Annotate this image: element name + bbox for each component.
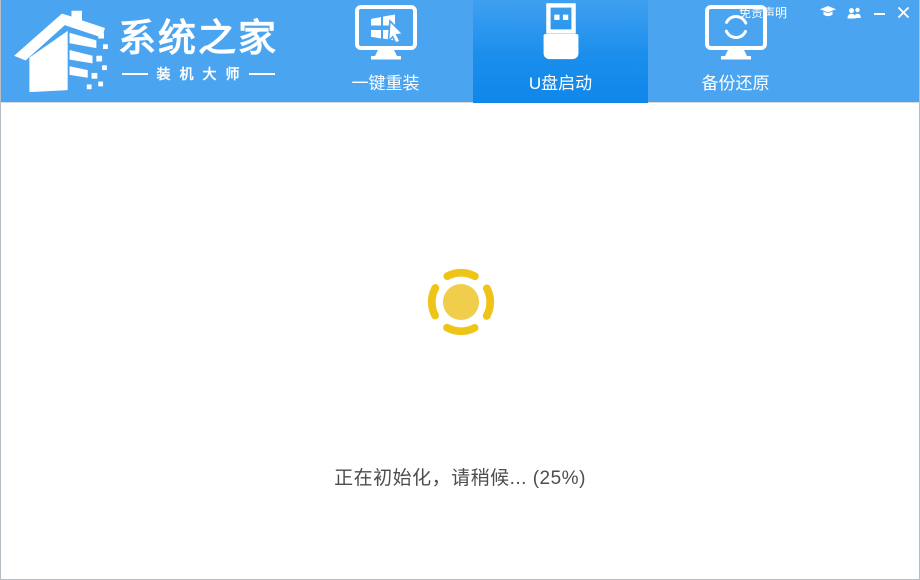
app-header: 系统之家 装机大师 xyxy=(0,0,920,103)
monitor-windows-icon xyxy=(354,2,418,64)
tab-label-onekey-reinstall: 一键重装 xyxy=(352,69,420,94)
tab-label-backup-restore: 备份还原 xyxy=(702,69,770,94)
usb-drive-icon xyxy=(539,2,583,64)
tab-onekey-reinstall[interactable]: 一键重装 xyxy=(298,0,473,103)
spinner-center-dot xyxy=(443,284,479,320)
tab-usb-boot[interactable]: U盘启动 xyxy=(473,0,648,103)
minimize-icon[interactable] xyxy=(873,5,886,21)
titlebar-controls: 免责声明 xyxy=(739,4,910,21)
app-title: 系统之家 xyxy=(118,17,278,61)
disclaimer-link[interactable]: 免责声明 xyxy=(739,4,787,21)
loading-spinner xyxy=(418,259,504,350)
app-subtitle: 装机大师 xyxy=(122,64,275,84)
subtitle-dash-right xyxy=(249,73,275,75)
user-group-icon[interactable] xyxy=(847,5,862,21)
app-logo: 系统之家 装机大师 xyxy=(12,6,278,94)
logo-text: 系统之家 装机大师 xyxy=(118,17,278,84)
close-icon[interactable] xyxy=(897,5,910,21)
app-window: 系统之家 装机大师 xyxy=(0,0,920,580)
content-area: 正在初始化，请稍候... (25%) xyxy=(1,103,919,579)
status-text: 正在初始化，请稍候... (25%) xyxy=(1,463,919,490)
house-pixel-logo-icon xyxy=(12,6,108,94)
service-cap-icon[interactable] xyxy=(820,5,836,21)
tab-label-usb-boot: U盘启动 xyxy=(529,69,592,94)
subtitle-dash-left xyxy=(122,73,148,75)
app-subtitle-text: 装机大师 xyxy=(157,64,249,84)
